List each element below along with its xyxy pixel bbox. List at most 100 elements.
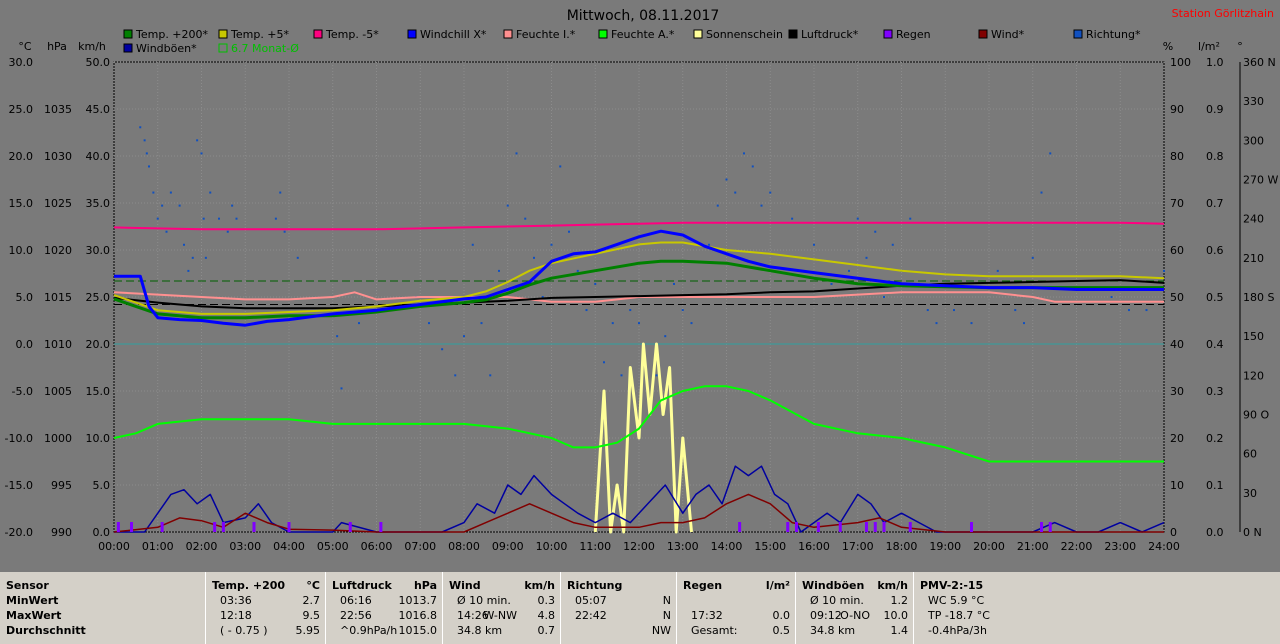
stats-cell: ( - 0.75 )	[220, 624, 268, 637]
legend-swatch	[123, 43, 133, 53]
richtung-point	[926, 309, 929, 312]
richtung-point	[1110, 296, 1113, 298]
x-tick-label: 22:00	[1061, 540, 1093, 553]
richtung-point	[1145, 309, 1148, 312]
stats-cell: 1013.7	[398, 594, 438, 607]
y-temp-tick: -20.0	[5, 526, 33, 539]
richtung-point	[576, 269, 579, 272]
stats-cell: 10.0	[883, 609, 909, 622]
richtung-point	[638, 322, 640, 325]
y-speed-tick: 35.0	[86, 197, 111, 210]
richtung-point	[235, 217, 238, 220]
x-tick-label: 24:00	[1148, 540, 1180, 553]
legend-label: Temp. +200*	[135, 28, 209, 41]
stats-cell: 0.7	[537, 624, 556, 637]
station-label: Station Görlitzhain	[1172, 7, 1274, 20]
percent-unit: %	[1163, 40, 1173, 53]
legend-swatch	[123, 29, 133, 39]
y-temp-tick: 10.0	[9, 244, 34, 257]
stats-cell: N	[662, 594, 671, 607]
richtung-point	[218, 217, 220, 220]
y-temp-tick: 20.0	[9, 150, 34, 163]
richtung-point	[1163, 269, 1165, 272]
y-dir-tick: 240	[1243, 213, 1264, 226]
legend-label: Windböen*	[136, 42, 197, 55]
y-rain-tick: 0.9	[1206, 103, 1224, 116]
richtung-point	[148, 165, 150, 168]
richtung-point	[996, 269, 999, 272]
y-temp-tick: -15.0	[5, 479, 33, 492]
legend-swatch	[503, 29, 513, 39]
richtung-point	[970, 322, 973, 325]
y-speed-tick: 5.0	[93, 479, 111, 492]
x-tick-label: 10:00	[536, 540, 568, 553]
y-rain-tick: 0.5	[1206, 291, 1224, 304]
stats-unit: km/h	[524, 579, 555, 592]
richtung-point	[725, 178, 728, 181]
richtung-point	[550, 243, 553, 246]
stats-cell: 0.0	[772, 609, 791, 622]
stats-header: Regen	[683, 579, 723, 592]
richtung-point	[524, 217, 527, 220]
y-percent-tick: 0	[1170, 526, 1177, 539]
legend-swatch	[598, 29, 608, 39]
y-pressure-tick: 1020	[44, 244, 72, 257]
rain-bar	[838, 522, 842, 532]
legend-label: Feuchte I.*	[516, 28, 576, 41]
stats-column: Sensor MinWert MaxWert Durchschnitt	[0, 572, 205, 644]
y-rain-tick: 0.1	[1206, 479, 1224, 492]
rain-bar	[970, 522, 973, 532]
stats-cell: 06:16	[340, 594, 372, 607]
richtung-point	[594, 282, 597, 285]
y-dir-tick: 120	[1243, 369, 1264, 382]
richtung-point	[603, 361, 605, 364]
x-tick-label: 00:00	[98, 540, 130, 553]
rain-bar	[379, 522, 383, 532]
y-temp-tick: 25.0	[9, 103, 34, 116]
stats-column: PMV-2:-15 WC 5.9 °C TP -18.7 °C -0.4hPa/3h	[913, 572, 1280, 644]
stats-cell: 12:18	[220, 609, 252, 622]
stats-cell: 1.4	[890, 624, 909, 637]
legend-swatch	[788, 29, 798, 39]
legend-swatch	[978, 29, 988, 39]
richtung-point	[891, 243, 894, 246]
richtung-point	[760, 204, 763, 207]
richtung-point	[200, 152, 203, 155]
y-dir-tick: 180 S	[1243, 291, 1274, 304]
stats-cell: 09:12	[810, 609, 842, 622]
richtung-point	[743, 152, 745, 155]
richtung-point	[283, 230, 286, 233]
y-percent-tick: 60	[1170, 244, 1184, 257]
x-tick-label: 07:00	[404, 540, 436, 553]
richtung-point	[1049, 152, 1052, 155]
speed-unit: km/h	[78, 40, 106, 53]
richtung-point	[515, 152, 518, 155]
y-pressure-tick: 990	[51, 526, 72, 539]
y-pressure-tick: 1035	[44, 103, 72, 116]
legend-label: Luftdruck*	[801, 28, 859, 41]
richtung-point	[231, 204, 234, 207]
x-tick-label: 13:00	[667, 540, 699, 553]
y-pressure-tick: 1000	[44, 432, 72, 445]
richtung-point	[156, 217, 159, 220]
y-percent-tick: 80	[1170, 150, 1184, 163]
y-dir-tick: 330	[1243, 95, 1264, 108]
rain-bar	[213, 522, 217, 532]
y-dir-tick: 90 O	[1243, 409, 1269, 422]
richtung-point	[585, 309, 588, 312]
legend-label: Windchill X*	[420, 28, 487, 41]
stats-cell: -0.4hPa/3h	[928, 624, 987, 637]
chart-title: Mittwoch, 08.11.2017	[567, 8, 720, 24]
y-dir-tick: 60	[1243, 448, 1257, 461]
stats-header: Wind	[449, 579, 481, 592]
richtung-point	[1128, 309, 1130, 312]
x-tick-label: 20:00	[973, 540, 1005, 553]
richtung-point	[183, 243, 185, 246]
y-temp-tick: 30.0	[9, 56, 34, 69]
stats-unit: °C	[306, 579, 320, 592]
stats-cell: 34.8 km	[457, 624, 503, 637]
richtung-point	[178, 204, 181, 207]
legend-swatch	[883, 29, 893, 39]
richtung-point	[152, 191, 155, 194]
richtung-point	[865, 256, 868, 259]
